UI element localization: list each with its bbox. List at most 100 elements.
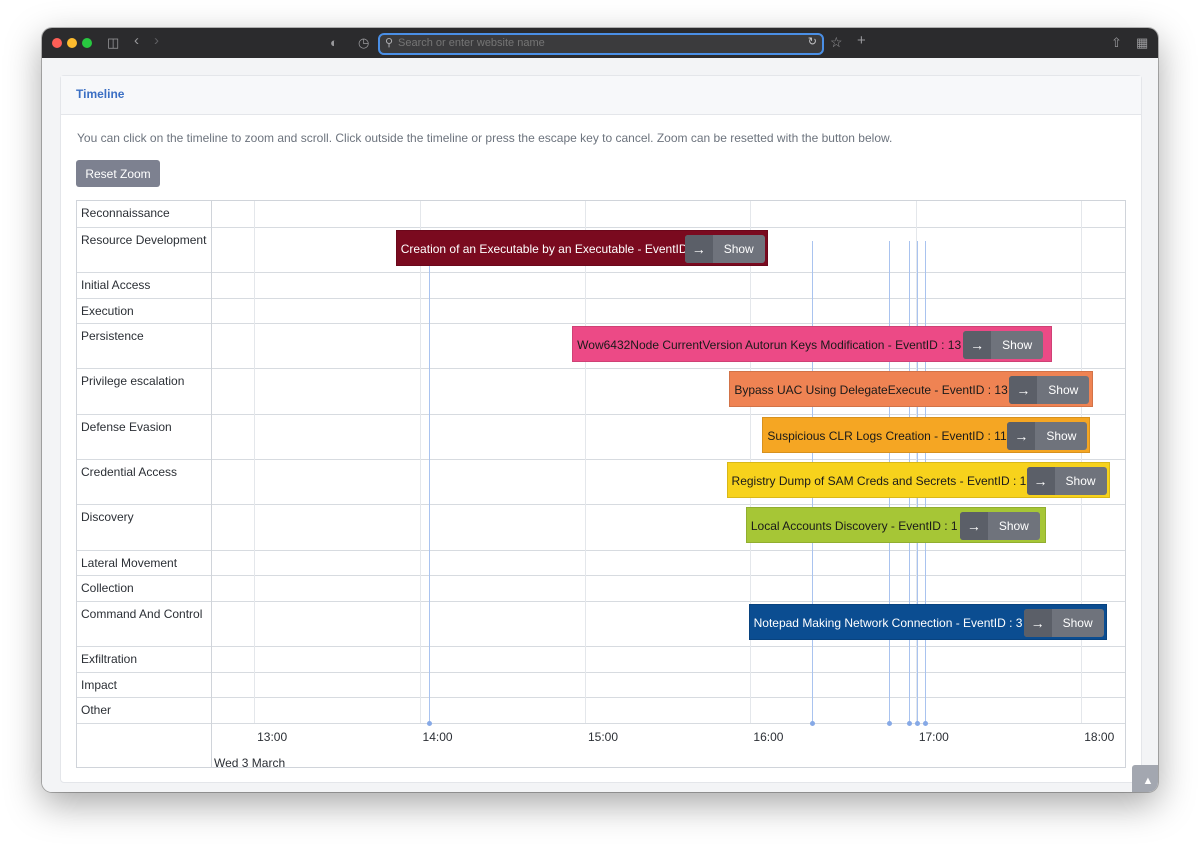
row-label: Reconnaissance xyxy=(81,206,170,220)
event-bar[interactable]: Creation of an Executable by an Executab… xyxy=(395,229,768,266)
timeline-card: Timeline You can click on the timeline t… xyxy=(60,75,1158,792)
new-tab-icon[interactable]: + xyxy=(857,33,866,49)
row-label: Other xyxy=(81,703,112,718)
timeline-row: Exfiltration xyxy=(77,646,1125,672)
row-label: Resource Development xyxy=(81,232,207,247)
row-label: Persistence xyxy=(81,329,144,344)
event-show-button[interactable]: → Show xyxy=(1007,421,1088,450)
event-marker-dot[interactable] xyxy=(914,720,920,726)
event-show-button[interactable]: → Show xyxy=(684,234,765,263)
card-header: Timeline xyxy=(61,76,1141,115)
timeline-chart[interactable]: Reconnaissance Resource Development Initia… xyxy=(76,200,1126,770)
sidebar-icon[interactable]: ◫ xyxy=(107,35,119,51)
event-label: Wow6432Node CurrentVersion Autorun Keys … xyxy=(577,338,962,353)
event-marker-line xyxy=(428,241,430,723)
page-content: Timeline You can click on the timeline t… xyxy=(42,58,1158,792)
row-label: Credential Access xyxy=(81,465,178,479)
bookmark-star-icon[interactable]: ☆ xyxy=(830,34,843,50)
event-show-button[interactable]: → Show xyxy=(1009,376,1090,405)
scroll-to-top-button[interactable]: ▲ xyxy=(1132,765,1158,792)
event-label: Creation of an Executable by an Executab… xyxy=(400,241,711,256)
timeline-row: Execution xyxy=(77,297,1125,324)
row-label: Initial Access xyxy=(81,277,151,292)
address-input[interactable] xyxy=(398,36,798,50)
event-show-button[interactable]: → Show xyxy=(963,331,1044,360)
arrow-right-icon: → xyxy=(684,234,713,263)
arrow-right-icon: → xyxy=(1026,467,1055,495)
label-column-separator xyxy=(211,201,212,767)
row-label: Discovery xyxy=(81,510,134,525)
timeline-row: Lateral Movement xyxy=(77,549,1125,576)
event-marker-dot[interactable] xyxy=(887,720,893,726)
grid-line xyxy=(419,201,421,723)
arrow-right-icon: → xyxy=(959,512,988,541)
grid-line xyxy=(584,201,586,723)
row-label: Command And Control xyxy=(81,606,203,621)
row-label: Impact xyxy=(81,677,118,692)
card-title: Timeline xyxy=(76,87,125,101)
help-text: You can click on the timeline to zoom an… xyxy=(77,131,893,145)
event-label: Bypass UAC Using DelegateExecute - Event… xyxy=(734,383,1008,398)
event-marker-dot[interactable] xyxy=(810,720,816,726)
event-bar[interactable]: Notepad Making Network Connection - Even… xyxy=(748,603,1108,640)
zoom-window-button[interactable] xyxy=(82,38,92,48)
timeline-row: Collection xyxy=(77,575,1125,601)
privacy-shield-icon[interactable]: ◐ xyxy=(330,35,338,51)
history-clock-icon[interactable]: ◷ xyxy=(358,35,369,51)
show-label: Show xyxy=(1046,428,1077,443)
event-label: Suspicious CLR Logs Creation - EventID :… xyxy=(767,428,1007,443)
arrow-right-icon: → xyxy=(1009,376,1038,405)
event-bar[interactable]: Registry Dump of SAM Creds and Secrets -… xyxy=(726,462,1110,498)
reset-zoom-button[interactable]: Reset Zoom xyxy=(76,160,160,187)
show-label: Show xyxy=(1048,383,1079,398)
browser-toolbar: ◫ ‹ › ◐ ◷ ⚲ ↻ ☆ + ⇧ ▦ xyxy=(42,28,1158,58)
show-label: Show xyxy=(723,241,754,256)
reload-icon[interactable]: ↻ xyxy=(808,35,817,48)
event-bar[interactable]: Bypass UAC Using DelegateExecute - Event… xyxy=(729,371,1094,408)
row-label: Exfiltration xyxy=(81,652,138,667)
event-marker-dot[interactable] xyxy=(906,720,912,726)
event-marker-dot[interactable] xyxy=(426,720,432,726)
time-tick-label: 13:00 xyxy=(257,729,288,744)
time-tick-label: 18:00 xyxy=(1084,729,1115,744)
timeline-row: Impact xyxy=(77,671,1125,698)
event-show-button[interactable]: → Show xyxy=(959,512,1040,541)
event-show-button[interactable]: → Show xyxy=(1023,608,1104,637)
share-icon[interactable]: ⇧ xyxy=(1111,35,1122,51)
event-bar[interactable]: Wow6432Node CurrentVersion Autorun Keys … xyxy=(572,326,1052,363)
time-axis-line xyxy=(77,722,1125,724)
show-label: Show xyxy=(1062,615,1093,630)
show-label: Show xyxy=(1002,338,1033,353)
event-bar[interactable]: Suspicious CLR Logs Creation - EventID :… xyxy=(762,416,1091,453)
show-label: Show xyxy=(1065,474,1096,488)
time-tick-label: 16:00 xyxy=(753,729,784,744)
close-window-button[interactable] xyxy=(52,38,62,48)
event-bar[interactable]: Local Accounts Discovery - EventID : 1 → S… xyxy=(745,507,1047,544)
event-show-button[interactable]: → Show xyxy=(1026,467,1107,495)
back-icon[interactable]: ‹ xyxy=(134,33,139,49)
grid-line xyxy=(254,201,256,723)
timeline-row: Reconnaissance xyxy=(77,201,1125,227)
forward-icon[interactable]: › xyxy=(154,33,159,49)
time-tick-label: 14:00 xyxy=(422,729,453,744)
tab-overview-icon[interactable]: ▦ xyxy=(1136,35,1148,51)
date-label: Wed 3 March xyxy=(214,756,286,770)
time-tick-label: 17:00 xyxy=(918,729,949,744)
row-label: Collection xyxy=(81,581,134,596)
row-label: Defense Evasion xyxy=(81,419,172,434)
event-marker-dot[interactable] xyxy=(923,720,929,726)
show-label: Show xyxy=(998,519,1029,534)
timeline-row: Initial Access xyxy=(77,271,1125,298)
event-label: Registry Dump of SAM Creds and Secrets -… xyxy=(731,474,1027,488)
minimize-window-button[interactable] xyxy=(67,38,77,48)
address-bar[interactable]: ⚲ ↻ xyxy=(378,33,824,55)
arrow-right-icon: → xyxy=(963,331,992,360)
time-tick-label: 15:00 xyxy=(587,729,618,744)
arrow-right-icon: → xyxy=(1023,608,1052,637)
row-label: Execution xyxy=(81,303,134,318)
row-label: Privilege escalation xyxy=(81,374,185,389)
browser-window: ◫ ‹ › ◐ ◷ ⚲ ↻ ☆ + ⇧ ▦ Timeline You can c… xyxy=(42,28,1158,792)
arrow-right-icon: → xyxy=(1007,421,1036,450)
row-label: Lateral Movement xyxy=(81,555,178,570)
event-label: Notepad Making Network Connection - Even… xyxy=(753,615,1023,630)
